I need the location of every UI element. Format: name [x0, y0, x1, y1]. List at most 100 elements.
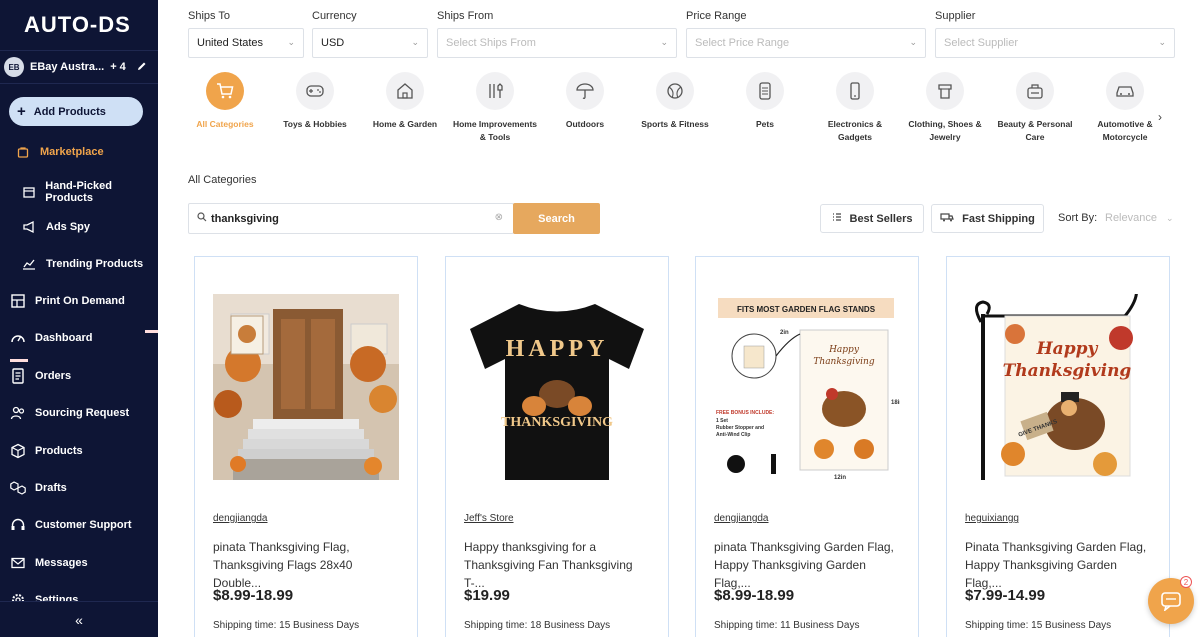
product-store-link[interactable]: heguixiangg — [965, 513, 1019, 524]
category-label: Toys & Hobbies — [283, 119, 347, 129]
product-card[interactable]: HAPPY THANKSGIVING Jeff's Store Happy th… — [445, 256, 669, 637]
list-icon — [832, 212, 842, 225]
sidebar-item-trending-products[interactable]: Trending Products — [20, 255, 143, 273]
ships-to-select[interactable]: United States ⌄ — [188, 28, 304, 58]
select-placeholder: Select Supplier — [944, 37, 1018, 49]
flag-text-top: Happy — [828, 345, 860, 355]
product-image[interactable]: Happy Thanksgiving GIVE THANKS — [965, 279, 1151, 480]
flag-bonus-title: FREE BONUS INCLUDE: — [716, 410, 774, 416]
product-title[interactable]: pinata Thanksgiving Garden Flag, Happy T… — [714, 538, 904, 592]
sidebar-item-customer-support[interactable]: Customer Support — [9, 516, 132, 534]
product-title[interactable]: Happy thanksgiving for a Thanksgiving Fa… — [464, 538, 654, 592]
product-store-link[interactable]: dengjiangda — [213, 513, 268, 524]
chat-bubble-icon — [1161, 592, 1181, 611]
sidebar-item-products[interactable]: Products — [9, 442, 83, 460]
flag-dim-top: 2in — [780, 330, 789, 336]
sidebar-item-hand-picked-products[interactable]: Hand-Picked Products — [20, 180, 158, 204]
umbrella-icon — [566, 72, 604, 110]
flag-bonus-line: 1 Set — [716, 418, 728, 424]
category-clothing-shoes-jewelry[interactable]: Clothing, Shoes & Jewelry — [900, 72, 990, 144]
scroll-marker — [10, 359, 28, 362]
store-selector[interactable]: EB EBay Austra... + 4 — [0, 50, 158, 84]
category-home-garden[interactable]: Home & Garden — [360, 72, 450, 131]
tshirt-text-top: HAPPY — [506, 336, 609, 362]
category-bar: All Categories Toys & Hobbies Home & Gar… — [158, 72, 1200, 162]
sidebar-item-label: Ads Spy — [46, 221, 91, 233]
category-toys-hobbies[interactable]: Toys & Hobbies — [270, 72, 360, 131]
sidebar-item-label: Messages — [35, 557, 88, 569]
category-outdoors[interactable]: Outdoors — [540, 72, 630, 131]
product-card[interactable]: dengjiangda pinata Thanksgiving Flag, Th… — [194, 256, 418, 637]
document-icon — [9, 367, 27, 385]
collapse-sidebar-button[interactable]: « — [0, 601, 158, 637]
sidebar-item-label: Dashboard — [35, 332, 93, 344]
flag-bonus-line: Rubber Stopper and — [716, 425, 764, 431]
pet-food-icon — [746, 72, 784, 110]
currency-select[interactable]: USD ⌄ — [312, 28, 428, 58]
sort-label: Sort By: — [1058, 212, 1098, 224]
search-button[interactable]: Search — [513, 203, 600, 234]
sidebar-item-label: Customer Support — [35, 519, 132, 531]
sidebar-item-drafts[interactable]: Drafts — [9, 479, 67, 497]
category-home-improvements-tools[interactable]: Home Improvements & Tools — [450, 72, 540, 144]
sidebar-item-orders[interactable]: Orders — [9, 367, 71, 385]
chevron-right-icon[interactable]: › — [1158, 110, 1162, 124]
sidebar-item-print-on-demand[interactable]: Print On Demand — [9, 292, 125, 310]
store-extra-count: + 4 — [110, 61, 126, 73]
search-input[interactable]: thanksgiving ⊗ — [188, 203, 514, 234]
product-card[interactable]: Happy Thanksgiving GIVE THANKS heguixian… — [946, 256, 1170, 637]
product-shipping-time: Shipping time: 11 Business Days — [714, 620, 860, 631]
truck-icon — [940, 212, 954, 225]
ball-icon — [656, 72, 694, 110]
sidebar-item-sourcing-request[interactable]: Sourcing Request — [9, 404, 129, 422]
category-all-categories[interactable]: All Categories — [180, 72, 270, 131]
fast-shipping-button[interactable]: Fast Shipping — [931, 204, 1044, 233]
price-range-select[interactable]: Select Price Range ⌄ — [686, 28, 926, 58]
category-label: Home Improvements & Tools — [452, 119, 538, 142]
sidebar-item-ads-spy[interactable]: Ads Spy — [20, 218, 90, 236]
sidebar-item-marketplace[interactable]: Marketplace — [14, 143, 104, 161]
filter-label: Ships From — [437, 10, 494, 22]
category-automotive-motorcycle[interactable]: Automotive & Motorcycle — [1080, 72, 1170, 144]
best-sellers-button[interactable]: Best Sellers — [820, 204, 924, 233]
box-icon — [20, 183, 37, 201]
supplier-select[interactable]: Select Supplier ⌄ — [935, 28, 1175, 58]
pencil-icon[interactable] — [136, 60, 148, 75]
product-shipping-time: Shipping time: 15 Business Days — [213, 620, 360, 631]
product-store-link[interactable]: dengjiangda — [714, 513, 769, 524]
product-card[interactable]: FITS MOST GARDEN FLAG STANDS 2in Happy T… — [695, 256, 919, 637]
category-electronics-gadgets[interactable]: Electronics & Gadgets — [810, 72, 900, 144]
product-title[interactable]: Pinata Thanksgiving Garden Flag, Happy T… — [965, 538, 1155, 592]
select-value: USD — [321, 37, 345, 49]
product-store-link[interactable]: Jeff's Store — [464, 513, 514, 524]
sort-select[interactable]: Relevance ⌄ — [1105, 212, 1174, 224]
category-label: Beauty & Personal Care — [997, 119, 1073, 142]
product-price: $8.99-18.99 — [714, 587, 795, 604]
sidebar-item-messages[interactable]: Messages — [9, 554, 88, 572]
app-logo[interactable]: AUTO-DS — [24, 12, 131, 38]
category-pets[interactable]: Pets — [720, 72, 810, 131]
add-products-button[interactable]: + Add Products — [9, 97, 143, 126]
product-title[interactable]: pinata Thanksgiving Flag, Thanksgiving F… — [213, 538, 403, 592]
clear-icon[interactable]: ⊗ — [495, 212, 503, 223]
filter-label: Ships To — [188, 10, 230, 22]
category-label: Outdoors — [565, 119, 605, 129]
chevron-down-icon: ⌄ — [287, 37, 295, 47]
flag-dim-bottom: 12in — [834, 475, 846, 480]
flag-dim-side: 18in — [891, 400, 900, 406]
product-image[interactable]: HAPPY THANKSGIVING — [464, 294, 650, 480]
product-image[interactable]: FITS MOST GARDEN FLAG STANDS 2in Happy T… — [714, 294, 903, 481]
chat-button[interactable]: 2 — [1148, 576, 1194, 624]
phone-icon — [836, 72, 874, 110]
sidebar-item-dashboard[interactable]: Dashboard — [9, 329, 92, 347]
chart-icon — [20, 255, 38, 273]
category-sports-fitness[interactable]: Sports & Fitness — [630, 72, 720, 131]
product-shipping-time: Shipping time: 15 Business Days — [965, 620, 1112, 631]
product-image[interactable] — [213, 294, 399, 480]
category-beauty-personal-care[interactable]: Beauty & Personal Care — [990, 72, 1080, 144]
mail-icon — [9, 554, 27, 572]
chevron-down-icon: ⌄ — [909, 37, 917, 47]
sidebar-item-label: Print On Demand — [35, 295, 125, 307]
sidebar-item-label: Orders — [35, 370, 72, 382]
ships-from-select[interactable]: Select Ships From ⌄ — [437, 28, 677, 58]
